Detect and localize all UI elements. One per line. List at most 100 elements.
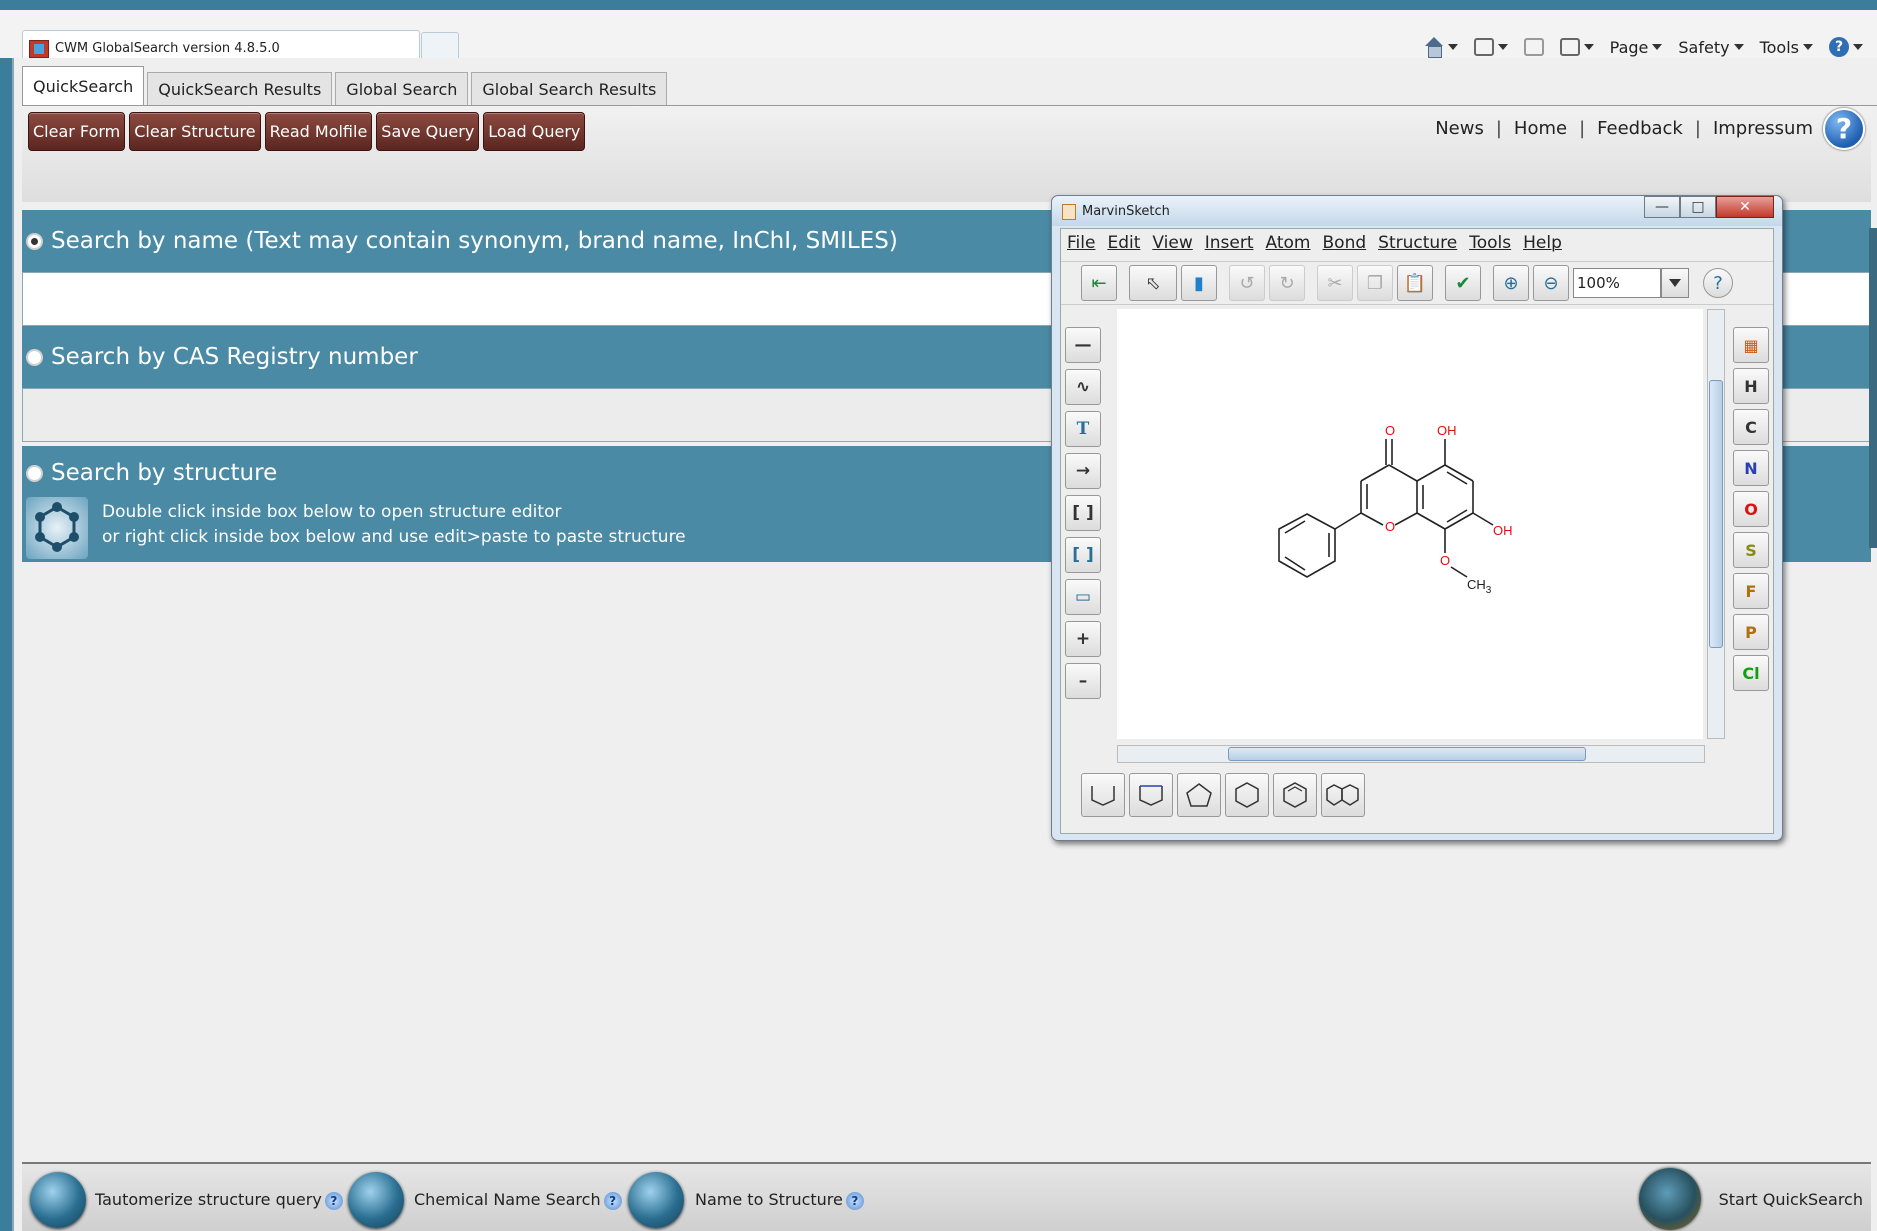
tab-quicksearch-results[interactable]: QuickSearch Results bbox=[147, 72, 333, 106]
tab-quicksearch[interactable]: QuickSearch bbox=[22, 66, 145, 106]
benzene-template[interactable] bbox=[1273, 773, 1317, 817]
menu-tools[interactable]: Tools bbox=[1469, 233, 1511, 253]
help-icon[interactable]: ? bbox=[845, 1191, 864, 1210]
redo-button[interactable]: ↻ bbox=[1269, 265, 1305, 301]
menu-insert[interactable]: Insert bbox=[1205, 233, 1254, 253]
start-quicksearch-label[interactable]: Start QuickSearch bbox=[1719, 1190, 1863, 1209]
hexagon-template[interactable] bbox=[1225, 773, 1269, 817]
marvin-help-button[interactable]: ? bbox=[1703, 268, 1733, 298]
canvas-vertical-scrollbar[interactable] bbox=[1707, 309, 1725, 739]
vertical-scroll-thumb[interactable] bbox=[1709, 380, 1723, 648]
rectangle-tool[interactable]: ▭ bbox=[1065, 579, 1101, 615]
menu-help[interactable]: Help bbox=[1523, 233, 1562, 253]
element-cl-button[interactable]: Cl bbox=[1733, 655, 1769, 691]
periodic-table-icon: ▦ bbox=[1743, 335, 1759, 355]
top-links: News | Home | Feedback | Impressum bbox=[1435, 118, 1813, 139]
undo-button[interactable]: ↺ bbox=[1229, 265, 1265, 301]
tautomerize-toggle[interactable] bbox=[30, 1172, 86, 1228]
search-by-structure-radio[interactable] bbox=[26, 464, 43, 482]
menu-bond[interactable]: Bond bbox=[1323, 233, 1367, 253]
menu-view[interactable]: View bbox=[1152, 233, 1192, 253]
scissors-icon: ✂ bbox=[1327, 272, 1343, 294]
impressum-link[interactable]: Impressum bbox=[1713, 118, 1813, 139]
cut-button[interactable]: ✂ bbox=[1317, 265, 1353, 301]
atom-label-oh-top: OH bbox=[1437, 423, 1457, 438]
clean-icon: ✔ bbox=[1455, 272, 1471, 294]
tab-global-search[interactable]: Global Search bbox=[335, 72, 469, 106]
element-s-button[interactable]: S bbox=[1733, 532, 1769, 568]
repeating-unit-tool[interactable]: [ ] bbox=[1065, 495, 1101, 531]
element-p-button[interactable]: P bbox=[1733, 614, 1769, 650]
search-by-cas-radio[interactable] bbox=[26, 348, 43, 366]
chain-tool[interactable]: ∿ bbox=[1065, 369, 1101, 405]
minimize-button[interactable]: — bbox=[1644, 196, 1680, 218]
bracket-tool[interactable]: [ ] bbox=[1065, 537, 1101, 573]
feeds-icon bbox=[1473, 38, 1494, 56]
erase-button[interactable]: ▮ bbox=[1181, 265, 1217, 301]
element-o-button[interactable]: O bbox=[1733, 491, 1769, 527]
element-c-button[interactable]: C bbox=[1733, 409, 1769, 445]
benzene-icon bbox=[1283, 782, 1307, 808]
canvas-horizontal-scrollbar[interactable] bbox=[1117, 745, 1705, 763]
select-tool-button[interactable]: ⬁ bbox=[1129, 265, 1177, 301]
chemical-name-search-toggle[interactable] bbox=[348, 1172, 404, 1228]
close-button[interactable]: ✕ bbox=[1716, 196, 1774, 218]
zoom-select[interactable]: 100% bbox=[1573, 268, 1661, 298]
naphthalene-icon bbox=[1326, 784, 1359, 806]
window-buttons: — □ ✕ bbox=[1644, 196, 1774, 218]
search-by-name-radio[interactable] bbox=[26, 232, 43, 250]
horizontal-scroll-thumb[interactable] bbox=[1228, 747, 1586, 761]
menu-structure[interactable]: Structure bbox=[1378, 233, 1457, 253]
marvin-titlebar[interactable]: MarvinSketch — □ ✕ bbox=[1052, 196, 1782, 226]
help-icon[interactable]: ? bbox=[603, 1191, 622, 1210]
read-molfile-button[interactable]: Read Molfile bbox=[264, 112, 373, 151]
tautomerize-label: Tautomerize structure query bbox=[95, 1190, 322, 1209]
clear-form-button[interactable]: Clear Form bbox=[28, 112, 126, 151]
search-by-structure-label: Search by structure bbox=[51, 460, 278, 486]
zoom-in-button[interactable]: ⊕ bbox=[1493, 265, 1529, 301]
menu-atom[interactable]: Atom bbox=[1266, 233, 1311, 253]
page-scrollbar[interactable] bbox=[1869, 228, 1877, 548]
news-link[interactable]: News bbox=[1435, 118, 1484, 139]
save-query-button[interactable]: Save Query bbox=[376, 112, 480, 151]
help-icon[interactable]: ? bbox=[324, 1191, 343, 1210]
arrow-tool[interactable]: → bbox=[1065, 453, 1101, 489]
periodic-table-button[interactable]: ▦ bbox=[1733, 327, 1769, 363]
marvinsketch-window: MarvinSketch — □ ✕ File Edit View Insert… bbox=[1051, 195, 1783, 841]
sketch-canvas[interactable]: O O OH OH O CH3 bbox=[1117, 309, 1703, 739]
feedback-link[interactable]: Feedback bbox=[1597, 118, 1683, 139]
positive-charge-tool[interactable]: + bbox=[1065, 621, 1101, 657]
help-icon[interactable]: ? bbox=[1823, 108, 1865, 150]
copy-button[interactable]: ❐ bbox=[1357, 265, 1393, 301]
single-bond-tool[interactable]: — bbox=[1065, 327, 1101, 363]
pentagon-template[interactable] bbox=[1177, 773, 1221, 817]
menu-edit[interactable]: Edit bbox=[1107, 233, 1140, 253]
naphthalene-template[interactable] bbox=[1321, 773, 1365, 817]
tab-global-search-results[interactable]: Global Search Results bbox=[471, 72, 668, 106]
negative-charge-tool[interactable]: – bbox=[1065, 663, 1101, 699]
load-query-button[interactable]: Load Query bbox=[483, 112, 586, 151]
start-quicksearch-button[interactable] bbox=[1639, 1168, 1701, 1230]
link-separator: | bbox=[1495, 118, 1502, 139]
element-f-button[interactable]: F bbox=[1733, 573, 1769, 609]
clear-structure-button[interactable]: Clear Structure bbox=[129, 112, 261, 151]
element-n-button[interactable]: N bbox=[1733, 450, 1769, 486]
template-toolbar bbox=[1081, 773, 1365, 817]
cyclopentane-template[interactable] bbox=[1081, 773, 1125, 817]
maximize-button[interactable]: □ bbox=[1680, 196, 1716, 218]
paste-button[interactable]: 📋 bbox=[1397, 265, 1433, 301]
name-to-structure-toggle[interactable] bbox=[628, 1172, 684, 1228]
hexagon-icon bbox=[1235, 782, 1259, 808]
menu-file[interactable]: File bbox=[1067, 233, 1095, 253]
clean-button[interactable]: ✔ bbox=[1445, 265, 1481, 301]
redo-icon: ↻ bbox=[1279, 272, 1295, 294]
element-h-button[interactable]: H bbox=[1733, 368, 1769, 404]
transfer-button[interactable]: ⇤ bbox=[1081, 265, 1117, 301]
methyl-label: CH bbox=[1467, 577, 1486, 592]
zoom-dropdown-button[interactable] bbox=[1661, 268, 1689, 298]
text-tool[interactable]: T bbox=[1065, 411, 1101, 447]
protecting-group-template[interactable] bbox=[1129, 773, 1173, 817]
select-arrow-icon: ⬁ bbox=[1145, 272, 1161, 294]
home-link[interactable]: Home bbox=[1514, 118, 1567, 139]
zoom-out-button[interactable]: ⊖ bbox=[1533, 265, 1569, 301]
